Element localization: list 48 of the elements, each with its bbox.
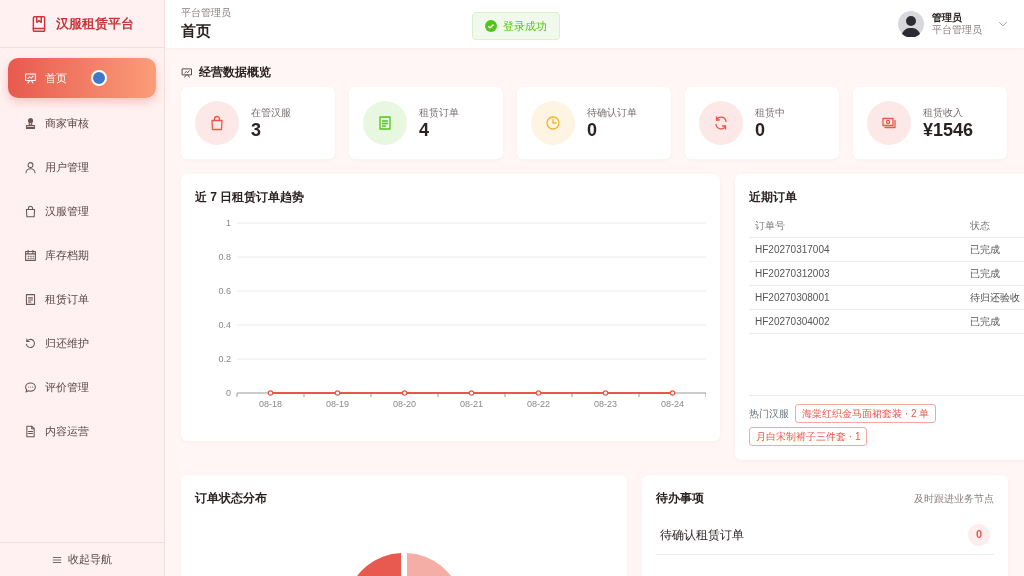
x-tick-label: 08-20 (393, 399, 416, 409)
table-cell: 待归还验收 (964, 285, 1024, 310)
count-badge: 0 (968, 523, 990, 546)
column-header: 状态 (964, 214, 1024, 238)
page-subtitle: 平台管理员 (181, 6, 231, 21)
stat-label: 在管汉服 (251, 105, 291, 120)
success-toast: 登录成功 (472, 12, 560, 40)
section-title: 经营数据概览 (199, 64, 271, 81)
hot-label: 热门汉服 (749, 407, 789, 421)
y-tick-label: 1 (226, 218, 231, 228)
user-role: 平台管理员 (932, 25, 982, 35)
stat-value: 0 (587, 119, 598, 142)
y-tick-label: 0.4 (218, 320, 231, 330)
table-cell: 已完成 (964, 261, 1024, 286)
x-tick-label: 08-21 (460, 399, 483, 409)
brand-title: 汉服租赁平台 (56, 14, 134, 33)
x-tick-label: 08-24 (661, 399, 684, 409)
stat-value: ¥1546 (923, 119, 974, 142)
y-tick-label: 0.6 (218, 286, 231, 296)
stat-label: 待确认订单 (587, 105, 637, 120)
stat-value: 3 (251, 119, 262, 142)
card-title: 订单状态分布 (195, 490, 268, 507)
page-title: 首页 (181, 21, 212, 42)
card-title: 近 7 日租赁订单趋势 (195, 189, 306, 206)
card-title: 近期订单 (749, 189, 798, 206)
stat-value: 0 (755, 119, 766, 142)
stat-label: 租赁收入 (923, 105, 964, 120)
user-name: 管理员 (932, 13, 963, 23)
todo-label: 待确认租赁订单 (660, 526, 744, 544)
y-tick-label: 0 (226, 388, 231, 398)
y-tick-label: 0.2 (218, 354, 231, 364)
x-tick-label: 08-19 (326, 399, 349, 409)
x-tick-label: 08-23 (594, 399, 617, 409)
stat-value: 4 (419, 119, 430, 142)
table-cell: 已完成 (964, 309, 1024, 334)
card-title: 待办事项 (656, 490, 704, 507)
table-cell: HF20270308001 (749, 285, 964, 310)
x-tick-label: 08-22 (527, 399, 550, 409)
table-cell: HF20270304002 (749, 309, 964, 334)
stat-label: 租赁订单 (419, 105, 459, 120)
table-cell: HF20270312003 (749, 261, 964, 286)
table-cell: HF20270317004 (749, 237, 964, 262)
column-header: 订单号 (749, 214, 964, 238)
y-tick-label: 0.8 (218, 252, 231, 262)
stat-label: 租赁中 (755, 105, 785, 120)
x-tick-label: 08-18 (259, 399, 282, 409)
table-cell: 已完成 (964, 237, 1024, 262)
card-hint: 及时跟进业务节点 (914, 491, 994, 506)
